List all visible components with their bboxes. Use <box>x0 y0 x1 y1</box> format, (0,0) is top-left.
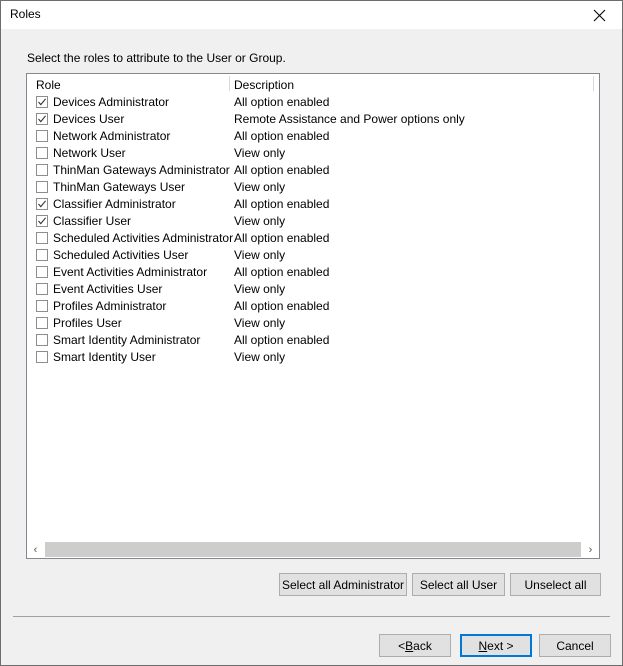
table-row[interactable]: Profiles Administrator All option enabled <box>27 298 599 315</box>
checkbox-unchecked-icon[interactable] <box>36 164 48 176</box>
column-header-description[interactable]: Description <box>234 78 294 92</box>
checkbox-unchecked-icon[interactable] <box>36 266 48 278</box>
table-row[interactable]: Classifier Administrator All option enabl… <box>27 196 599 213</box>
role-name: Devices User <box>53 112 125 126</box>
table-row[interactable]: Scheduled Activities User View only <box>27 247 599 264</box>
role-description: Remote Assistance and Power options only <box>234 112 465 126</box>
checkbox-unchecked-icon[interactable] <box>36 283 48 295</box>
checkbox-checked-icon[interactable] <box>36 215 48 227</box>
checkbox-unchecked-icon[interactable] <box>36 300 48 312</box>
checkbox-unchecked-icon[interactable] <box>36 334 48 346</box>
column-divider[interactable] <box>229 76 230 91</box>
table-row[interactable]: Smart Identity Administrator All option e… <box>27 332 599 349</box>
role-name: Smart Identity Administrator <box>53 333 201 347</box>
checkbox-checked-icon[interactable] <box>36 198 48 210</box>
list-header: Role Description <box>27 74 599 94</box>
role-description: View only <box>234 214 286 228</box>
column-divider[interactable] <box>593 76 594 91</box>
checkbox-checked-icon[interactable] <box>36 113 48 125</box>
checkbox-unchecked-icon[interactable] <box>36 130 48 142</box>
horizontal-scrollbar[interactable]: ‹ › <box>27 540 599 558</box>
role-description: All option enabled <box>234 265 330 279</box>
select-all-user-button[interactable]: Select all User <box>412 573 505 596</box>
role-name: Network Administrator <box>53 129 171 143</box>
table-row[interactable]: Devices User Remote Assistance and Power … <box>27 111 599 128</box>
checkbox-unchecked-icon[interactable] <box>36 317 48 329</box>
role-name: Profiles Administrator <box>53 299 167 313</box>
table-row[interactable]: Devices Administrator All option enabled <box>27 94 599 111</box>
table-row[interactable]: ThinMan Gateways User View only <box>27 179 599 196</box>
footer-separator <box>13 616 610 617</box>
role-name: Event Activities Administrator <box>53 265 208 279</box>
table-row[interactable]: Scheduled Activities Administrator All op… <box>27 230 599 247</box>
table-row[interactable]: Network User View only <box>27 145 599 162</box>
checkbox-unchecked-icon[interactable] <box>36 181 48 193</box>
table-row[interactable]: Profiles User View only <box>27 315 599 332</box>
cancel-button[interactable]: Cancel <box>539 634 611 657</box>
role-name: Scheduled Activities Administrator <box>53 231 234 245</box>
checkbox-checked-icon[interactable] <box>36 96 48 108</box>
back-label-accel: B <box>405 638 414 653</box>
scroll-right-arrow-icon[interactable]: › <box>582 541 599 558</box>
table-row[interactable]: Event Activities User View only <box>27 281 599 298</box>
back-label-suffix: ack <box>413 638 432 653</box>
role-name: ThinMan Gateways User <box>53 180 186 194</box>
next-button[interactable]: Next > <box>460 634 532 657</box>
next-label-suffix: ext > <box>487 638 514 653</box>
next-label-accel: N <box>478 638 488 653</box>
window-title: Roles <box>10 7 41 21</box>
column-header-role[interactable]: Role <box>36 78 61 92</box>
table-row[interactable]: Smart Identity User View only <box>27 349 599 366</box>
title-bar: Roles <box>1 1 622 30</box>
roles-list[interactable]: Role Description Devices Administrator Al… <box>26 73 600 559</box>
role-description: View only <box>234 350 286 364</box>
roles-dialog: Roles Select the roles to attribute to t… <box>0 0 623 666</box>
role-description: All option enabled <box>234 95 330 109</box>
back-label-prefix: < <box>398 638 406 653</box>
instruction-text: Select the roles to attribute to the Use… <box>27 51 286 65</box>
role-description: All option enabled <box>234 299 330 313</box>
role-name: Scheduled Activities User <box>53 248 189 262</box>
unselect-all-button[interactable]: Unselect all <box>510 573 601 596</box>
role-description: View only <box>234 180 286 194</box>
list-rows: Devices Administrator All option enabled D… <box>27 94 599 541</box>
role-name: Classifier Administrator <box>53 197 176 211</box>
role-description: All option enabled <box>234 129 330 143</box>
role-name: ThinMan Gateways Administrator <box>53 163 230 177</box>
role-description: All option enabled <box>234 163 330 177</box>
role-description: All option enabled <box>234 333 330 347</box>
table-row[interactable]: Event Activities Administrator All option… <box>27 264 599 281</box>
role-name: Smart Identity User <box>53 350 156 364</box>
back-button[interactable]: < Back <box>379 634 451 657</box>
role-description: View only <box>234 248 286 262</box>
role-description: View only <box>234 282 286 296</box>
scrollbar-thumb[interactable] <box>45 542 581 557</box>
table-row[interactable]: Classifier User View only <box>27 213 599 230</box>
checkbox-unchecked-icon[interactable] <box>36 249 48 261</box>
role-name: Event Activities User <box>53 282 163 296</box>
close-icon[interactable] <box>577 1 622 29</box>
role-description: View only <box>234 146 286 160</box>
role-name: Network User <box>53 146 126 160</box>
checkbox-unchecked-icon[interactable] <box>36 232 48 244</box>
role-description: All option enabled <box>234 231 330 245</box>
role-name: Profiles User <box>53 316 122 330</box>
checkbox-unchecked-icon[interactable] <box>36 147 48 159</box>
table-row[interactable]: ThinMan Gateways Administrator All option… <box>27 162 599 179</box>
role-name: Devices Administrator <box>53 95 170 109</box>
role-description: All option enabled <box>234 197 330 211</box>
role-description: View only <box>234 316 286 330</box>
checkbox-unchecked-icon[interactable] <box>36 351 48 363</box>
table-row[interactable]: Network Administrator All option enabled <box>27 128 599 145</box>
scroll-left-arrow-icon[interactable]: ‹ <box>27 541 44 558</box>
select-all-administrator-button[interactable]: Select all Administrator <box>279 573 407 596</box>
role-name: Classifier User <box>53 214 132 228</box>
